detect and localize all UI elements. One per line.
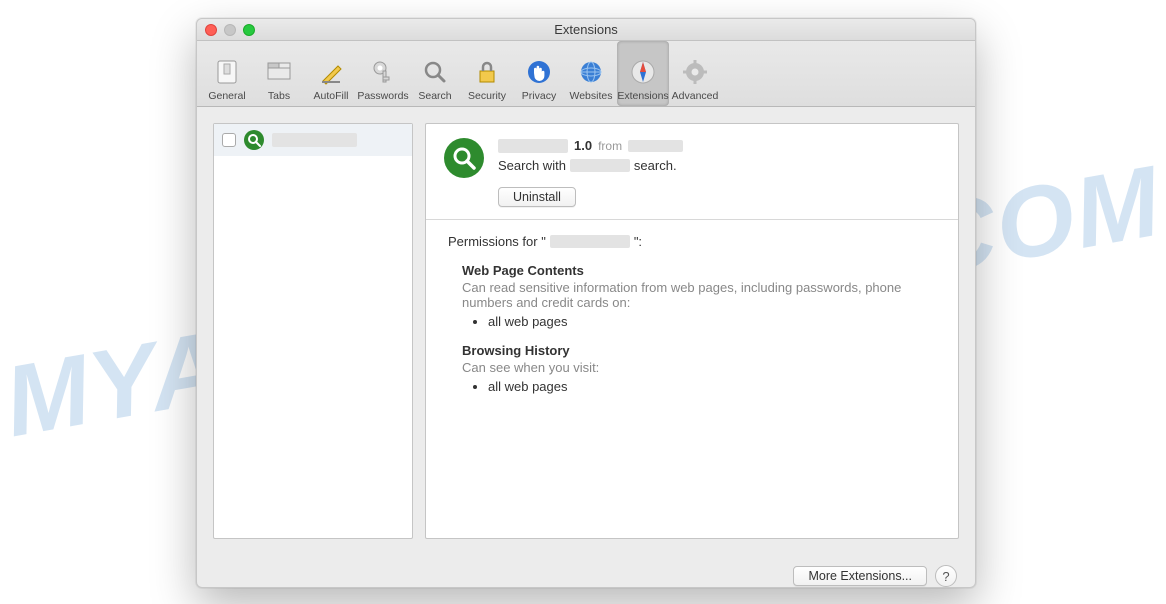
key-icon xyxy=(368,57,398,87)
tab-passwords[interactable]: Passwords xyxy=(357,41,409,106)
extension-version: 1.0 xyxy=(574,138,592,153)
tab-label: Privacy xyxy=(522,90,556,102)
extension-icon xyxy=(244,130,264,150)
extension-large-icon xyxy=(444,138,484,178)
extension-author-redacted xyxy=(628,140,683,152)
tabs-icon xyxy=(264,57,294,87)
content-area: 1.0 from Search with search. Uninstall P… xyxy=(197,107,975,555)
permissions-title-prefix: Permissions for " xyxy=(448,234,546,249)
globe-icon xyxy=(576,57,606,87)
uninstall-button[interactable]: Uninstall xyxy=(498,187,576,207)
tab-label: Extensions xyxy=(617,90,668,102)
extension-name-redacted xyxy=(272,133,357,147)
tab-websites[interactable]: Websites xyxy=(565,41,617,106)
permissions-title-suffix: ": xyxy=(634,234,642,249)
hand-icon xyxy=(524,57,554,87)
minimize-window-button[interactable] xyxy=(224,24,236,36)
tab-label: Search xyxy=(418,90,451,102)
gear-icon xyxy=(680,57,710,87)
extension-name-redacted xyxy=(498,139,568,153)
close-window-button[interactable] xyxy=(205,24,217,36)
extension-detail-panel: 1.0 from Search with search. Uninstall P… xyxy=(425,123,959,539)
permissions-name-redacted xyxy=(550,235,630,248)
tab-label: Advanced xyxy=(672,90,719,102)
help-button[interactable]: ? xyxy=(935,565,957,587)
switch-icon xyxy=(212,57,242,87)
preferences-window: Extensions General Tabs AutoFill xyxy=(196,18,976,588)
tab-autofill[interactable]: AutoFill xyxy=(305,41,357,106)
tab-label: AutoFill xyxy=(313,90,348,102)
from-label: from xyxy=(598,139,622,153)
tab-privacy[interactable]: Privacy xyxy=(513,41,565,106)
tab-tabs[interactable]: Tabs xyxy=(253,41,305,106)
tab-security[interactable]: Security xyxy=(461,41,513,106)
window-footer: More Extensions... ? xyxy=(197,555,975,587)
description-suffix: search. xyxy=(634,158,677,173)
extensions-sidebar xyxy=(213,123,413,539)
extension-enable-checkbox[interactable] xyxy=(222,133,236,147)
preferences-toolbar: General Tabs AutoFill Passwords xyxy=(197,41,975,107)
titlebar: Extensions xyxy=(197,19,975,41)
tab-label: Tabs xyxy=(268,90,290,102)
window-title: Extensions xyxy=(554,22,618,37)
more-extensions-button[interactable]: More Extensions... xyxy=(793,566,927,586)
pencil-icon xyxy=(316,57,346,87)
compass-icon xyxy=(628,57,658,87)
magnifier-icon xyxy=(420,57,450,87)
tab-label: Security xyxy=(468,90,506,102)
tab-label: General xyxy=(208,90,245,102)
permissions-section: Permissions for " ": Web Page Contents C… xyxy=(426,220,958,422)
permission-item: all web pages xyxy=(488,314,936,329)
tab-advanced[interactable]: Advanced xyxy=(669,41,721,106)
extension-list-item[interactable] xyxy=(214,124,412,156)
tab-label: Websites xyxy=(570,90,613,102)
tab-extensions[interactable]: Extensions xyxy=(617,41,669,106)
fullscreen-window-button[interactable] xyxy=(243,24,255,36)
permission-webpage-contents: Web Page Contents Can read sensitive inf… xyxy=(462,263,936,329)
lock-icon xyxy=(472,57,502,87)
permission-heading: Browsing History xyxy=(462,343,936,358)
window-controls xyxy=(205,24,255,36)
permission-subtext: Can read sensitive information from web … xyxy=(462,280,936,310)
extension-header: 1.0 from Search with search. Uninstall xyxy=(426,124,958,220)
tab-label: Passwords xyxy=(357,90,408,102)
tab-search[interactable]: Search xyxy=(409,41,461,106)
description-prefix: Search with xyxy=(498,158,566,173)
description-name-redacted xyxy=(570,159,630,172)
permission-item: all web pages xyxy=(488,379,936,394)
tab-general[interactable]: General xyxy=(201,41,253,106)
permission-browsing-history: Browsing History Can see when you visit:… xyxy=(462,343,936,394)
permission-subtext: Can see when you visit: xyxy=(462,360,936,375)
permission-heading: Web Page Contents xyxy=(462,263,936,278)
